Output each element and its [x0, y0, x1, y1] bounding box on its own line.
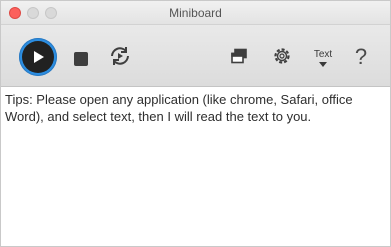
window-icon — [230, 48, 248, 69]
app-window: Miniboard Text ? Tips: Please open any a… — [0, 0, 391, 247]
stop-icon — [74, 52, 88, 66]
chevron-down-icon — [319, 62, 327, 67]
window-title: Miniboard — [169, 6, 222, 20]
play-button[interactable] — [19, 38, 57, 76]
repeat-icon — [107, 43, 133, 74]
text-dropdown-label: Text — [313, 49, 333, 60]
window-button[interactable] — [229, 48, 249, 68]
settings-button[interactable] — [271, 47, 293, 69]
gear-icon — [272, 46, 292, 71]
repeat-button[interactable] — [106, 44, 134, 72]
help-button[interactable]: ? — [351, 43, 371, 71]
stop-button[interactable] — [71, 49, 91, 69]
play-icon — [22, 41, 54, 73]
title-bar: Miniboard — [1, 1, 390, 25]
toolbar: Text ? — [1, 25, 390, 87]
text-dropdown-button[interactable]: Text — [308, 43, 338, 73]
tips-text: Tips: Please open any application (like … — [5, 92, 353, 124]
